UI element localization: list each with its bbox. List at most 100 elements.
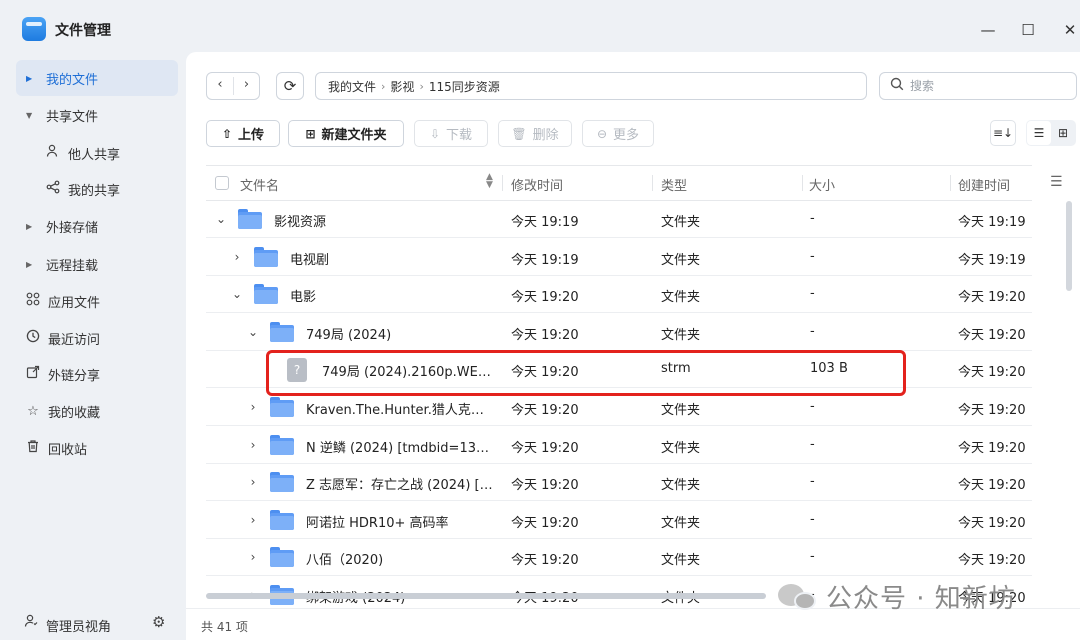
chevron-right-icon[interactable]: › xyxy=(247,513,259,527)
sidebar-item-my-files[interactable]: ▶ 我的文件 xyxy=(16,60,178,96)
app-title: 文件管理 xyxy=(55,23,111,39)
gear-icon[interactable]: ⚙ xyxy=(152,613,165,631)
view-toggle: ☰ ⊞ xyxy=(1026,120,1076,146)
more-icon: ⊖ xyxy=(596,126,608,141)
table-row[interactable]: › 阿诺拉 HDR10+ 高码率 今天 19:20 文件夹 - 今天 19:20 xyxy=(206,502,1032,539)
watermark: 公众号 · 知新坊 xyxy=(778,578,1016,615)
more-button[interactable]: ⊖ 更多 xyxy=(582,120,654,147)
sidebar-item-label: 外接存储 xyxy=(46,220,99,236)
download-button[interactable]: ⇩ 下载 xyxy=(414,120,488,147)
sidebar-item-label: 外链分享 xyxy=(48,368,101,384)
column-created[interactable]: 创建时间 xyxy=(958,175,1010,194)
table-header: 文件名 ▲ ▼ 修改时间 类型 大小 创建时间 xyxy=(206,165,1032,201)
column-size[interactable]: 大小 xyxy=(809,175,835,194)
column-name[interactable]: 文件名 xyxy=(240,175,279,194)
wechat-logo-icon xyxy=(778,582,818,612)
column-type[interactable]: 类型 xyxy=(661,175,687,194)
select-all-checkbox[interactable] xyxy=(215,176,229,190)
modified-time: 今天 19:20 xyxy=(511,478,579,493)
chevron-right-icon[interactable]: › xyxy=(231,250,243,264)
close-button[interactable]: ✕ xyxy=(1058,18,1080,42)
sidebar-item-favorites[interactable]: ☆ 我的收藏 xyxy=(16,393,178,429)
file-type: 文件夹 xyxy=(661,441,701,456)
created-time: 今天 19:19 xyxy=(958,215,1026,230)
chevron-right-icon[interactable]: › xyxy=(247,475,259,489)
upload-label: 上传 xyxy=(238,128,265,143)
breadcrumb-item[interactable]: 影视 xyxy=(390,78,414,95)
column-divider xyxy=(652,175,653,191)
created-time: 今天 19:19 xyxy=(958,253,1026,268)
scrollbar-thumb[interactable] xyxy=(206,593,766,599)
modified-time: 今天 19:19 xyxy=(511,253,579,268)
sidebar-item-shared-files[interactable]: ▼ 共享文件 xyxy=(16,97,178,133)
sidebar-item-app-files[interactable]: 应用文件 xyxy=(16,283,178,319)
created-time: 今天 19:20 xyxy=(958,441,1026,456)
share-icon xyxy=(44,180,62,198)
created-time: 今天 19:20 xyxy=(958,516,1026,531)
app-logo-icon xyxy=(22,17,46,41)
folder-icon xyxy=(270,397,294,417)
sidebar-item-shared-by-others[interactable]: 他人共享 xyxy=(16,135,178,171)
caret-right-icon: ▶ xyxy=(26,259,33,269)
chevron-down-icon[interactable]: ⌄ xyxy=(231,287,243,301)
column-modified[interactable]: 修改时间 xyxy=(511,175,563,194)
breadcrumb-item[interactable]: 我的文件 xyxy=(328,78,376,95)
new-folder-button[interactable]: ⊞ 新建文件夹 xyxy=(288,120,404,147)
sidebar-item-remote-mount[interactable]: ▶ 远程挂载 xyxy=(16,246,178,282)
grid-view-icon[interactable]: ⊞ xyxy=(1051,121,1075,145)
table-row[interactable]: ⌄ 749局 (2024) 今天 19:20 文件夹 - 今天 19:20 xyxy=(206,314,1032,351)
chevron-right-icon[interactable]: › xyxy=(247,400,259,414)
created-time: 今天 19:20 xyxy=(958,478,1026,493)
vertical-scrollbar[interactable] xyxy=(1066,201,1072,291)
admin-view-label[interactable]: 管理员视角 xyxy=(46,616,111,635)
file-type: 文件夹 xyxy=(661,478,701,493)
sidebar-item-recycle-bin[interactable]: 回收站 xyxy=(16,430,178,466)
table-row[interactable]: › Z 志愿军：存亡之战 (2024) [t... 今天 19:20 文件夹 - 今天 1… xyxy=(206,464,1032,501)
search-input[interactable] xyxy=(910,79,1060,93)
sort-order-button[interactable]: ≡↓ xyxy=(990,120,1016,146)
modified-time: 今天 19:20 xyxy=(511,553,579,568)
file-name: 影视资源 xyxy=(274,215,327,230)
folder-icon xyxy=(238,209,262,229)
maximize-button[interactable]: ☐ xyxy=(1016,18,1040,42)
main-panel: ‹ › ⟳ 我的文件 › 影视 › 115同步资源 ⇧ 上传 ⊞ 新建文件夹 ⇩… xyxy=(186,52,1080,640)
modified-time: 今天 19:20 xyxy=(511,441,579,456)
table-row[interactable]: › 电视剧 今天 19:19 文件夹 - 今天 19:19 xyxy=(206,239,1032,276)
file-name: Z 志愿军：存亡之战 (2024) [t... xyxy=(306,478,494,493)
minimize-button[interactable]: — xyxy=(976,18,1000,42)
list-view-icon[interactable]: ☰ xyxy=(1027,121,1051,145)
new-folder-icon: ⊞ xyxy=(305,126,316,141)
chevron-down-icon[interactable]: ⌄ xyxy=(215,212,227,226)
table-row[interactable]: ⌄ 影视资源 今天 19:19 文件夹 - 今天 19:19 xyxy=(206,201,1032,238)
chevron-right-icon[interactable]: › xyxy=(247,550,259,564)
forward-button[interactable]: › xyxy=(233,77,259,95)
upload-button[interactable]: ⇧ 上传 xyxy=(206,120,280,147)
created-time: 今天 19:20 xyxy=(958,365,1026,380)
file-size: - xyxy=(810,211,815,226)
file-size: - xyxy=(810,249,815,264)
download-label: 下载 xyxy=(446,128,473,143)
title-bar: 文件管理 — ☐ ✕ xyxy=(0,0,1080,60)
table-row[interactable]: ⌄ 电影 今天 19:20 文件夹 - 今天 19:20 xyxy=(206,276,1032,313)
sidebar-item-label: 我的收藏 xyxy=(48,405,101,421)
delete-button[interactable]: 🗑 删除 xyxy=(498,120,572,147)
modified-time: 今天 19:20 xyxy=(511,328,579,343)
refresh-button[interactable]: ⟳ xyxy=(276,72,304,100)
chevron-down-icon[interactable]: ⌄ xyxy=(247,325,259,339)
folder-icon xyxy=(254,247,278,267)
column-settings-icon[interactable]: ☰ xyxy=(1050,174,1063,190)
sidebar-item-my-shares[interactable]: 我的共享 xyxy=(16,171,178,207)
admin-user-icon xyxy=(24,614,38,632)
sidebar-item-external-storage[interactable]: ▶ 外接存储 xyxy=(16,208,178,244)
chevron-right-icon[interactable]: › xyxy=(247,438,259,452)
back-button[interactable]: ‹ xyxy=(207,77,233,92)
sort-icon[interactable]: ▲ ▼ xyxy=(486,173,493,190)
table-row[interactable]: › 八佰（2020) 今天 19:20 文件夹 - 今天 19:20 xyxy=(206,539,1032,576)
sidebar-item-link-share[interactable]: 外链分享 xyxy=(16,356,178,392)
modified-time: 今天 19:20 xyxy=(511,516,579,531)
table-row[interactable]: › N 逆鳞 (2024) [tmdbid=1301... 今天 19:20 文件夹 -… xyxy=(206,427,1032,464)
sidebar-item-label: 回收站 xyxy=(48,442,88,458)
file-size: - xyxy=(810,324,815,339)
breadcrumb-item[interactable]: 115同步资源 xyxy=(429,78,500,95)
sidebar-item-recent[interactable]: 最近访问 xyxy=(16,320,178,356)
